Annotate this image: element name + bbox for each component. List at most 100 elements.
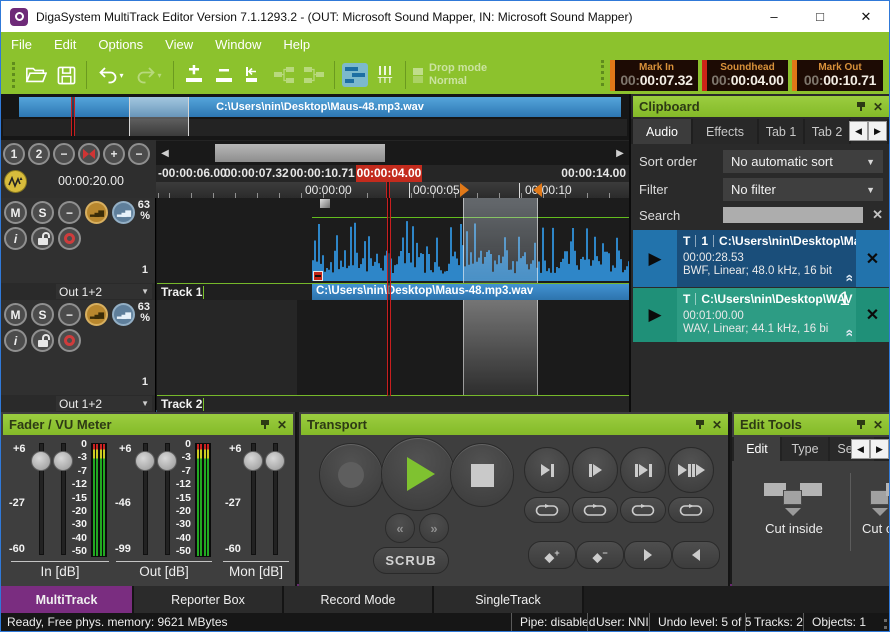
mute-button[interactable]: M xyxy=(4,201,27,224)
add-marker-button[interactable]: ◆+ xyxy=(528,541,576,569)
solo-button[interactable]: S xyxy=(31,201,54,224)
open-file-button[interactable] xyxy=(21,61,51,89)
lock-button[interactable] xyxy=(31,329,54,352)
record-arm-button[interactable] xyxy=(58,227,81,250)
volume-curve-button[interactable]: ▂▄▆ xyxy=(85,303,108,326)
resize-grip[interactable] xyxy=(877,619,887,629)
undo-button[interactable]: ▾ xyxy=(92,61,130,89)
mark-in-display[interactable]: Mark In 00:00:07.32 xyxy=(610,60,698,91)
selection-region[interactable] xyxy=(463,300,538,395)
meter-display-button[interactable]: ▂▄▆ xyxy=(112,303,135,326)
group-objects-button[interactable] xyxy=(269,61,299,89)
scroll-right-arrow-icon[interactable]: ▶ xyxy=(613,145,627,161)
overview-view-window[interactable] xyxy=(129,97,189,136)
tab-scroll-left-icon[interactable]: ◀ xyxy=(851,439,870,459)
filter-select[interactable]: No filter▼ xyxy=(723,178,883,201)
mark-out-display[interactable]: Mark Out 00:00:10.71 xyxy=(792,60,883,91)
stop-button[interactable] xyxy=(450,443,514,507)
play-from-mark-button[interactable] xyxy=(572,447,618,493)
solo-button[interactable]: S xyxy=(31,303,54,326)
pin-icon[interactable] xyxy=(857,420,865,429)
fader-knob[interactable] xyxy=(243,451,263,471)
time-ruler[interactable]: 00:00:00 00:00:05 00:00:10 xyxy=(156,182,629,198)
trim-left-button[interactable] xyxy=(239,61,269,89)
close-panel-icon[interactable]: ✕ xyxy=(873,101,883,113)
ruler-soundhead-line[interactable] xyxy=(386,182,390,198)
edit-tools-header[interactable]: Edit Tools ✕ xyxy=(734,414,889,435)
tab-record-mode[interactable]: Record Mode xyxy=(284,586,434,613)
output-select[interactable]: Out 1+2▼ xyxy=(56,284,152,299)
tab-scroll-right-icon[interactable]: ▶ xyxy=(868,121,887,141)
tab-edit[interactable]: Edit xyxy=(734,437,780,461)
search-input[interactable] xyxy=(723,207,863,223)
collapse-track-button[interactable]: − xyxy=(58,201,81,224)
collapse-track-button[interactable]: − xyxy=(58,303,81,326)
cut-inside-tool[interactable]: Cut inside xyxy=(756,483,832,539)
scrub-button[interactable]: SCRUB xyxy=(373,547,449,574)
record-button[interactable] xyxy=(319,443,383,507)
meter-display-button[interactable]: ▂▄▆ xyxy=(112,201,135,224)
close-panel-icon[interactable]: ✕ xyxy=(277,419,287,431)
clipboard-item-2[interactable]: ▶ T C:\Users\nin\Desktop\WAV 00:01:00.00… xyxy=(633,288,889,342)
record-arm-button[interactable] xyxy=(58,329,81,352)
clip-title-bar[interactable]: C:\Users\nin\Desktop\Maus-48.mp3.wav xyxy=(312,284,629,300)
next-marker-button[interactable] xyxy=(624,541,672,569)
sort-order-select[interactable]: No automatic sort▼ xyxy=(723,150,883,173)
play-over-cut-button[interactable] xyxy=(668,447,714,493)
overview-playhead[interactable] xyxy=(71,97,75,136)
pin-icon[interactable] xyxy=(261,420,269,429)
maximize-button[interactable]: □ xyxy=(797,1,843,32)
fader-knob[interactable] xyxy=(31,451,51,471)
collapse-item-icon[interactable]: » xyxy=(840,329,856,337)
zoom-out-button[interactable]: − xyxy=(128,143,150,165)
loop-selection-button[interactable] xyxy=(620,497,666,523)
track-size-2-button[interactable]: 2 xyxy=(28,143,50,165)
tab-scroll-right-icon[interactable]: ▶ xyxy=(870,439,889,459)
item-delete-button[interactable]: ✕ xyxy=(856,230,889,287)
timeline-scrollbar[interactable]: ◀ ▶ xyxy=(156,141,629,165)
track-playhead[interactable] xyxy=(387,300,391,396)
cut-outside-tool[interactable]: Cut o xyxy=(862,483,889,539)
menu-edit[interactable]: Edit xyxy=(54,37,76,52)
clear-search-icon[interactable]: ✕ xyxy=(872,207,883,223)
fader-header[interactable]: Fader / VU Meter ✕ xyxy=(3,414,293,435)
play-button[interactable] xyxy=(381,437,455,511)
prev-marker-button[interactable] xyxy=(672,541,720,569)
clip-handle[interactable] xyxy=(320,199,330,208)
clipboard-item-1[interactable]: ▶ T 1 C:\Users\nin\Desktop\Mau 00:00:28.… xyxy=(633,230,889,287)
loop-to-mark-button[interactable] xyxy=(524,497,570,523)
tab-reporter-box[interactable]: Reporter Box xyxy=(134,586,284,613)
minimize-button[interactable]: – xyxy=(751,1,797,32)
scrollbar-thumb[interactable] xyxy=(215,144,385,162)
track-playhead[interactable] xyxy=(387,198,391,300)
item-play-button[interactable]: ▶ xyxy=(633,288,677,342)
menu-help[interactable]: Help xyxy=(283,37,310,52)
track-2-content[interactable] xyxy=(157,300,629,395)
soundhead-display[interactable]: Soundhead 00:00:04.00 xyxy=(702,60,788,91)
undo-dropdown-caret[interactable]: ▾ xyxy=(119,71,123,80)
loop-over-cut-button[interactable] xyxy=(668,497,714,523)
tab-type[interactable]: Type xyxy=(782,437,828,461)
nudge-back-button[interactable]: « xyxy=(385,513,415,543)
menu-file[interactable]: File xyxy=(11,37,32,52)
clipboard-header[interactable]: Clipboard ✕ xyxy=(633,96,889,117)
fader-knob[interactable] xyxy=(135,451,155,471)
zoom-in-button[interactable]: + xyxy=(103,143,125,165)
fader-knob[interactable] xyxy=(265,451,285,471)
pin-icon[interactable] xyxy=(696,420,704,429)
close-button[interactable]: ✕ xyxy=(843,1,889,32)
selection-region[interactable] xyxy=(463,198,538,283)
tab-1[interactable]: Tab 1 xyxy=(759,119,803,144)
menu-view[interactable]: View xyxy=(165,37,193,52)
lock-button[interactable] xyxy=(31,227,54,250)
zoom-to-selection-button[interactable] xyxy=(78,143,100,165)
add-track-button[interactable] xyxy=(179,61,209,89)
toolbar-grip[interactable] xyxy=(12,62,16,88)
arrange-view-button[interactable] xyxy=(340,61,370,89)
tab-2[interactable]: Tab 2 xyxy=(805,119,849,144)
overview-clip-bar[interactable]: C:\Users\nin\Desktop\Maus-48.mp3.wav xyxy=(19,97,621,117)
remove-marker-button[interactable]: ◆− xyxy=(576,541,624,569)
tab-multitrack[interactable]: MultiTrack xyxy=(1,586,134,613)
loop-from-mark-button[interactable] xyxy=(572,497,618,523)
tab-scroll-left-icon[interactable]: ◀ xyxy=(849,121,868,141)
